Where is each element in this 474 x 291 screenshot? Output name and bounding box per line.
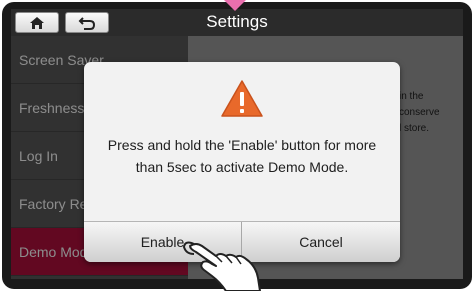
warning-icon <box>221 80 263 117</box>
dialog-message: Press and hold the 'Enable' button for m… <box>107 137 377 175</box>
tapping-hand-icon <box>182 241 261 291</box>
page-title: Settings <box>206 12 268 31</box>
title-pointer-icon <box>224 0 246 11</box>
title-bar: Settings <box>11 9 463 36</box>
